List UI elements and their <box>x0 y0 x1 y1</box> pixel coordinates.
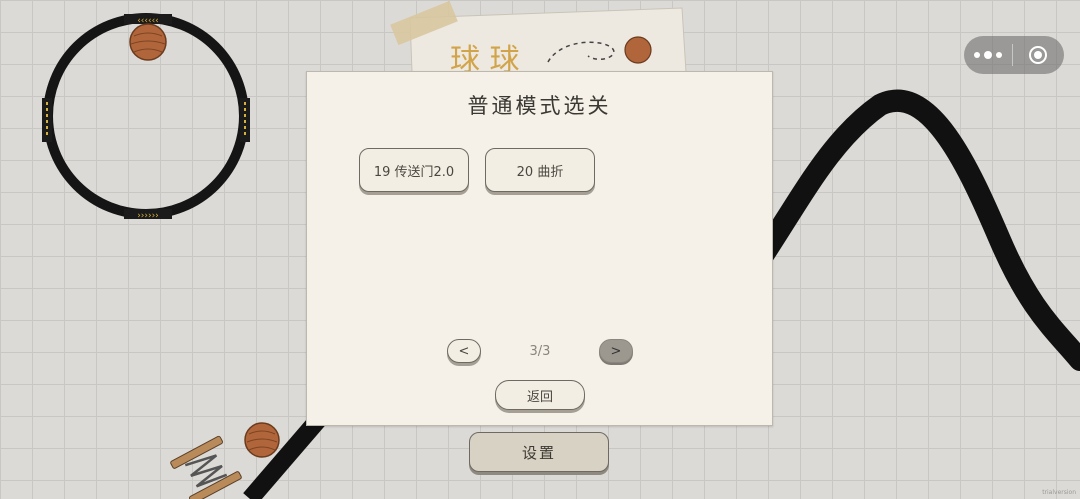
svg-text:››››››: ›››››› <box>137 211 159 221</box>
modal-title: 普通模式选关 <box>467 94 612 118</box>
watermark: trialversion <box>1042 489 1076 496</box>
back-button[interactable]: 返回 <box>495 380 585 410</box>
level-button-20[interactable]: 20 曲折 <box>485 148 595 192</box>
settings-button[interactable]: 设置 <box>469 432 609 472</box>
spring <box>170 435 242 499</box>
level-select-modal: 普通模式选关 19 传送门2.0 20 曲折 < 3/3 > 返回 <box>306 71 773 426</box>
ball-bottom <box>244 422 280 458</box>
miniprogram-capsule <box>964 36 1064 74</box>
title-paper: 球 球 <box>390 0 687 78</box>
curve-track <box>749 89 1080 371</box>
next-page-button[interactable]: > <box>599 339 633 363</box>
target-circle-icon[interactable] <box>1013 46 1063 64</box>
level-button-19[interactable]: 19 传送门2.0 <box>359 148 469 192</box>
more-dots-icon[interactable] <box>964 51 1012 59</box>
page-indicator: 3/3 <box>529 344 551 359</box>
prev-page-button[interactable]: < <box>447 339 481 363</box>
ball-top <box>129 23 167 61</box>
